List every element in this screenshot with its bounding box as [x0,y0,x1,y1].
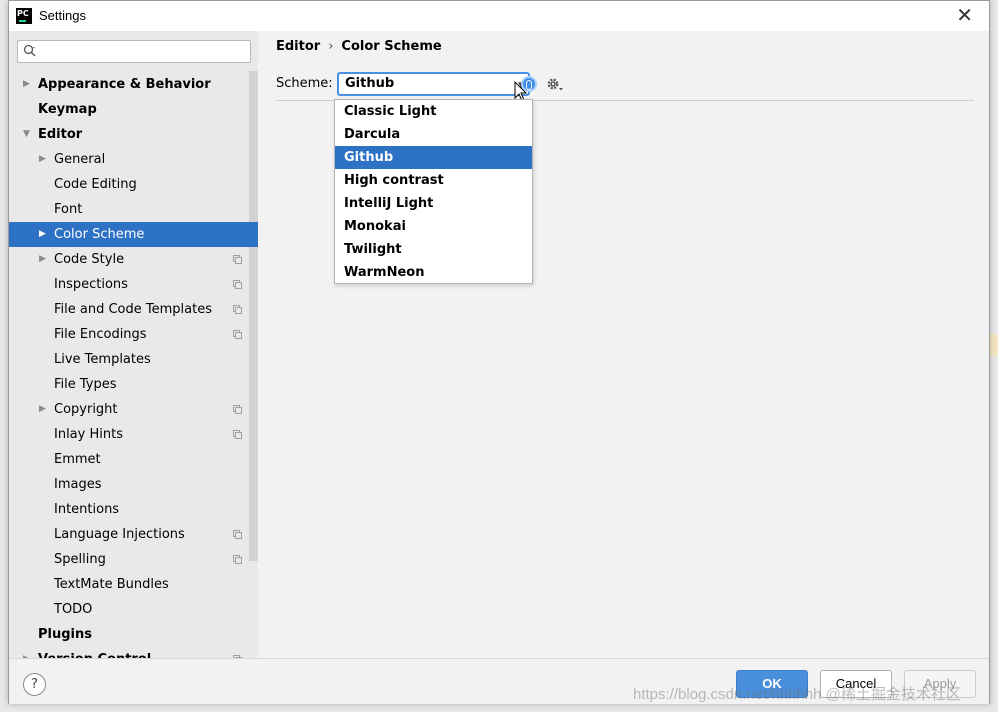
sidebar-item-label: Code Editing [54,177,137,192]
scheme-option-warmneon[interactable]: WarmNeon [335,261,532,284]
sidebar-item-inlay-hints[interactable]: Inlay Hints [9,422,258,447]
sidebar-item-label: TextMate Bundles [54,577,169,592]
search-icon [23,44,36,57]
settings-search-input[interactable] [17,40,251,63]
gear-icon[interactable] [546,77,564,93]
expand-right-icon[interactable]: ▶ [39,147,46,172]
sidebar-item-font[interactable]: Font [9,197,258,222]
sidebar-item-label: Inlay Hints [54,427,123,442]
sidebar-item-keymap[interactable]: Keymap [9,97,258,122]
project-level-icon [233,305,242,314]
scheme-option-classic-light[interactable]: Classic Light [335,100,532,123]
color-scheme-panel: Editor › Color Scheme Scheme: Github ▼ Cla… [258,31,989,658]
sidebar-item-copyright[interactable]: ▶ Copyright [9,397,258,422]
expand-down-icon[interactable]: ▼ [23,122,30,147]
sidebar-item-images[interactable]: Images [9,472,258,497]
sidebar-item-label: Color Scheme [54,227,145,242]
sidebar-item-label: Appearance & Behavior [38,77,211,92]
sidebar-item-file-and-code-templates[interactable]: File and Code Templates [9,297,258,322]
watermark-text: https://blog.csdn.net/hhhhhh @稀土掘金技术社区 [633,686,961,703]
help-button[interactable]: ? [23,673,46,696]
breadcrumb-color-scheme: Color Scheme [341,39,442,54]
expand-right-icon[interactable]: ▶ [23,647,30,658]
sidebar-item-label: Inspections [54,277,128,292]
sidebar-item-label: Language Injections [54,527,185,542]
settings-sidebar: ▶ Appearance & Behavior Keymap ▼ Editor ▶ Gene… [9,31,258,658]
sidebar-item-label: Intentions [54,502,120,517]
project-level-icon [233,330,242,339]
sidebar-item-label: File Types [54,377,117,392]
sidebar-item-color-scheme[interactable]: ▶ Color Scheme [9,222,258,247]
sidebar-item-label: Images [54,477,102,492]
project-level-icon [233,555,242,564]
settings-dialog: PC Settings ✕ ▶ Appearance & Behavior Keym… [8,0,990,704]
sidebar-item-label: General [54,152,106,167]
sidebar-item-label: Keymap [38,102,97,117]
expand-right-icon[interactable]: ▶ [39,222,46,247]
expand-right-icon[interactable]: ▶ [39,247,46,272]
sidebar-item-label: Spelling [54,552,106,567]
project-level-icon [233,530,242,539]
scheme-option-monokai[interactable]: Monokai [335,215,532,238]
expand-right-icon[interactable]: ▶ [23,72,30,97]
sidebar-item-label: Version Control [38,647,151,658]
scheme-option-github[interactable]: Github [335,146,532,169]
sidebar-item-general[interactable]: ▶ General [9,147,258,172]
scheme-option-darcula[interactable]: Darcula [335,123,532,146]
project-level-icon [233,430,242,439]
sidebar-item-label: File and Code Templates [54,302,212,317]
background-edge [990,334,998,356]
sidebar-item-label: Live Templates [54,352,151,367]
project-level-icon [233,280,242,289]
scheme-option-high-contrast[interactable]: High contrast [335,169,532,192]
sidebar-item-live-templates[interactable]: Live Templates [9,347,258,372]
sidebar-item-label: File Encodings [54,327,147,342]
sidebar-item-label: Editor [38,127,83,142]
scheme-option-intellij-light[interactable]: IntelliJ Light [335,192,532,215]
settings-tree: ▶ Appearance & Behavior Keymap ▼ Editor ▶ Gene… [9,72,258,658]
sidebar-item-spelling[interactable]: Spelling [9,547,258,572]
sidebar-item-version-control[interactable]: ▶ Version Control [9,647,258,658]
sidebar-item-inspections[interactable]: Inspections [9,272,258,297]
sidebar-item-language-injections[interactable]: Language Injections [9,522,258,547]
sidebar-item-todo[interactable]: TODO [9,597,258,622]
sidebar-item-plugins[interactable]: Plugins [9,622,258,647]
sidebar-item-label: Emmet [54,452,101,467]
project-level-icon [233,255,242,264]
sidebar-item-intentions[interactable]: Intentions [9,497,258,522]
sidebar-item-label: Font [54,202,83,217]
sidebar-item-textmate-bundles[interactable]: TextMate Bundles [9,572,258,597]
expand-right-icon[interactable]: ▶ [39,397,46,422]
sidebar-item-file-encodings[interactable]: File Encodings [9,322,258,347]
sidebar-item-label: Plugins [38,627,92,642]
project-level-icon [233,405,242,414]
window-title: Settings [39,8,86,23]
breadcrumb-editor[interactable]: Editor [276,39,320,54]
sidebar-item-file-types[interactable]: File Types [9,372,258,397]
close-icon[interactable]: ✕ [956,4,973,26]
sidebar-item-appearance-behavior[interactable]: ▶ Appearance & Behavior [9,72,258,97]
scheme-selected-value: Github [345,76,395,91]
sidebar-item-editor[interactable]: ▼ Editor [9,122,258,147]
scheme-label: Scheme: [276,76,333,91]
sidebar-item-code-style[interactable]: ▶ Code Style [9,247,258,272]
scheme-options-list: Classic Light Darcula Github High contrast I… [334,99,533,284]
breadcrumb-separator: › [328,39,334,54]
scheme-dropdown[interactable]: Github ▼ [337,72,530,96]
breadcrumb: Editor › Color Scheme [276,39,442,54]
title-bar: PC Settings ✕ [9,1,989,31]
sidebar-item-label: TODO [54,602,93,617]
sidebar-item-label: Code Style [54,252,125,267]
sidebar-item-label: Copyright [54,402,118,417]
scheme-option-twilight[interactable]: Twilight [335,238,532,261]
sidebar-item-emmet[interactable]: Emmet [9,447,258,472]
pycharm-app-icon: PC [16,8,32,24]
sidebar-item-code-editing[interactable]: Code Editing [9,172,258,197]
